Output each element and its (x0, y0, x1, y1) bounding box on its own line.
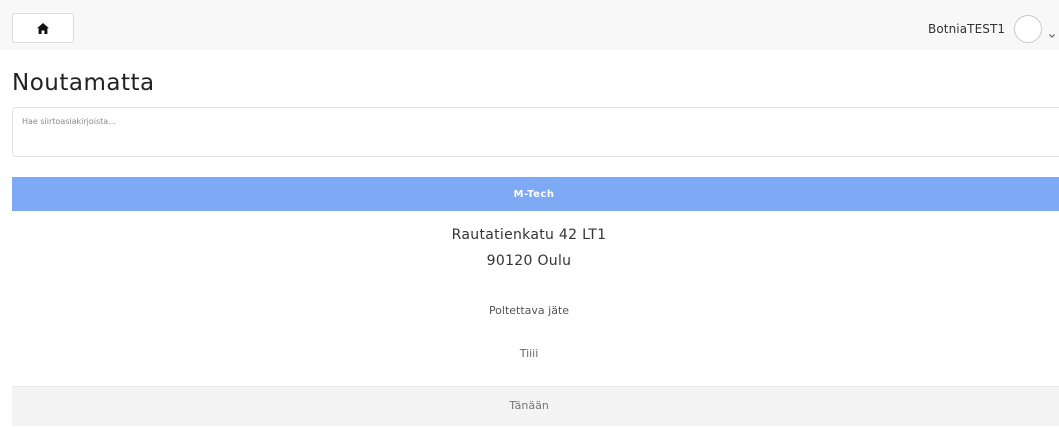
avatar-icon[interactable] (1014, 15, 1042, 43)
shipment-card[interactable]: M-Tech Rautatienkatu 42 LT1 90120 Oulu P… (12, 177, 1059, 427)
home-button[interactable] (12, 13, 74, 43)
shipment-note: Tiiii (519, 347, 539, 360)
address-street: Rautatienkatu 42 LT1 (451, 227, 607, 243)
top-bar: BotniaTEST1 (0, 0, 1059, 50)
search-input[interactable] (22, 117, 522, 126)
card-footer: Tänään (12, 386, 1059, 426)
page-title: Noutamatta (12, 70, 155, 96)
search-box[interactable] (12, 107, 1059, 157)
home-icon (37, 22, 49, 34)
chevron-down-icon[interactable] (1048, 25, 1056, 38)
company-name: M-Tech (513, 188, 555, 200)
username-label[interactable]: BotniaTEST1 (928, 22, 1005, 36)
waste-type: Poltettava jäte (488, 304, 570, 317)
pickup-date: Tänään (509, 399, 549, 412)
card-header: M-Tech (12, 177, 1059, 211)
address-postal: 90120 Oulu (486, 253, 572, 269)
